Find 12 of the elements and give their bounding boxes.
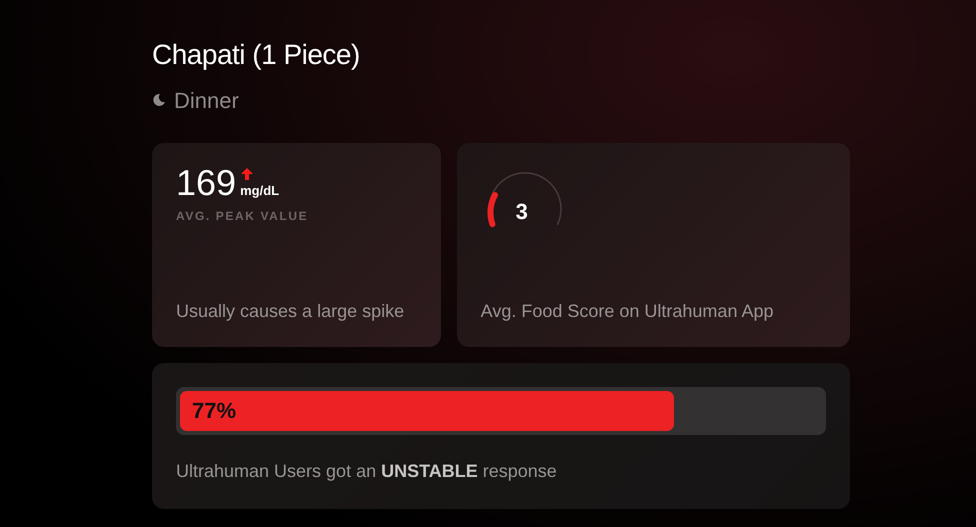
peak-value: 169 <box>176 164 236 201</box>
score-note: Avg. Food Score on Ultrahuman App <box>480 300 774 323</box>
score-value: 3 <box>516 198 528 226</box>
food-title: Chapati (1 Piece) <box>152 38 361 72</box>
unit-label: mg/dL <box>240 182 280 200</box>
arrow-up-icon <box>240 167 254 182</box>
moon-icon <box>152 93 166 108</box>
response-percent: 77% <box>192 397 236 426</box>
peak-caption: AVG. PEAK VALUE <box>176 208 310 225</box>
meal-label: Dinner <box>174 86 239 115</box>
response-note: Ultrahuman Users got an UNSTABLE response <box>176 460 558 483</box>
peak-note: Usually causes a large spike <box>176 300 406 323</box>
